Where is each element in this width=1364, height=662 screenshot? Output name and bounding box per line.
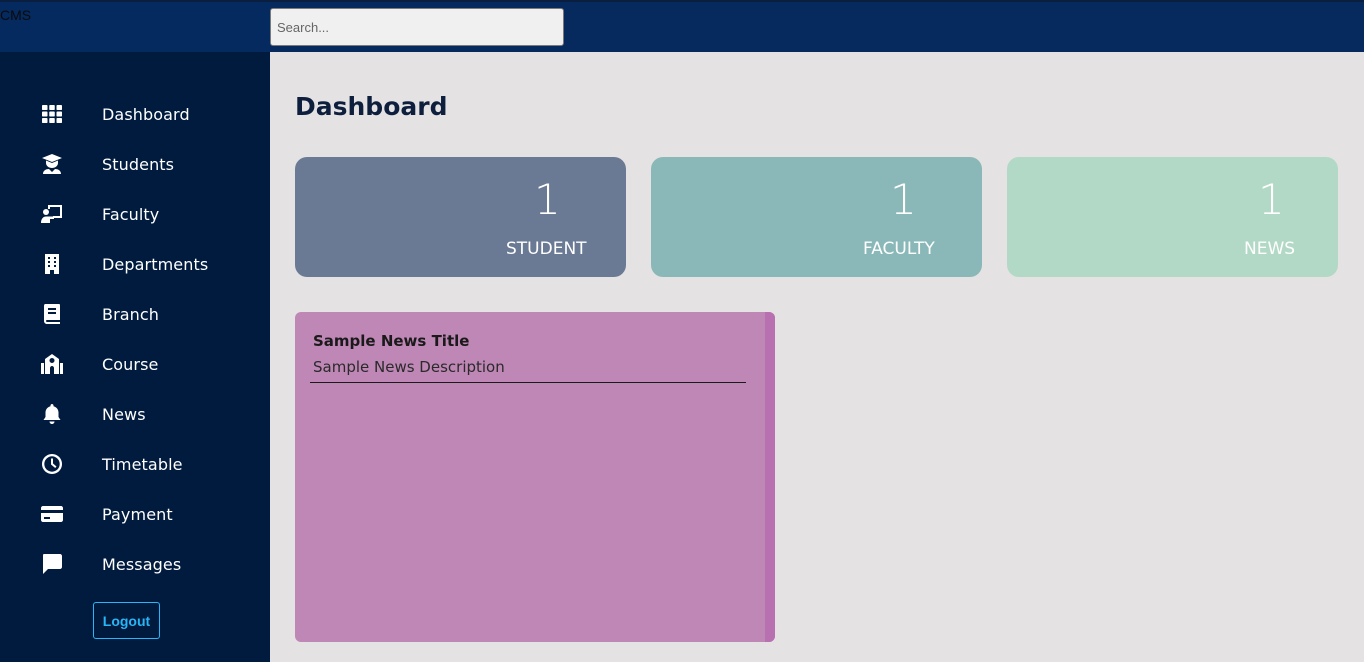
stat-card-faculty[interactable]: 1 FACULTY [651, 157, 982, 277]
sidebar-item-departments[interactable]: Departments [0, 244, 270, 284]
stat-value: 1 [534, 175, 561, 224]
news-divider [310, 382, 746, 383]
grid-icon [38, 100, 66, 128]
sidebar-item-label: Branch [102, 304, 160, 324]
search-input[interactable] [270, 8, 564, 46]
logout-button[interactable]: Logout [93, 602, 160, 639]
bell-icon [38, 400, 66, 428]
brand-logo: CMS [0, 2, 270, 52]
sidebar-item-label: Timetable [102, 454, 183, 474]
sidebar-item-payment[interactable]: Payment [0, 494, 270, 534]
book-icon [38, 300, 66, 328]
school-icon [38, 350, 66, 378]
sidebar-item-label: Dashboard [102, 104, 190, 124]
news-scrollbar[interactable] [765, 312, 775, 642]
sidebar-item-messages[interactable]: Messages [0, 544, 270, 584]
news-description: Sample News Description [313, 358, 505, 376]
sidebar: Dashboard Students Faculty Departments B… [0, 52, 270, 662]
sidebar-item-label: Students [102, 154, 175, 174]
sidebar-item-branch[interactable]: Branch [0, 294, 270, 334]
sidebar-item-news[interactable]: News [0, 394, 270, 434]
graduate-icon [38, 150, 66, 178]
sidebar-item-students[interactable]: Students [0, 144, 270, 184]
credit-card-icon [38, 500, 66, 528]
top-bar: CMS [0, 0, 1364, 52]
sidebar-item-dashboard[interactable]: Dashboard [0, 94, 270, 134]
news-card: Sample News Title Sample News Descriptio… [295, 312, 775, 642]
news-title: Sample News Title [313, 332, 470, 350]
sidebar-item-label: Payment [102, 504, 173, 524]
sidebar-item-label: Course [102, 354, 159, 374]
sidebar-item-label: Messages [102, 554, 182, 574]
stat-label: FACULTY [863, 239, 935, 259]
teacher-icon [38, 200, 66, 228]
stat-card-news[interactable]: 1 NEWS [1007, 157, 1338, 277]
page-title: Dashboard [295, 92, 448, 121]
sidebar-item-label: Departments [102, 254, 209, 274]
stat-label: STUDENT [506, 239, 587, 259]
sidebar-item-label: Faculty [102, 204, 160, 224]
sidebar-item-faculty[interactable]: Faculty [0, 194, 270, 234]
stat-value: 1 [890, 175, 917, 224]
sidebar-item-course[interactable]: Course [0, 344, 270, 384]
building-icon [38, 250, 66, 278]
message-icon [38, 550, 66, 578]
main-content: Dashboard 1 STUDENT 1 FACULTY 1 NEWS Sam… [270, 52, 1364, 662]
stat-card-student[interactable]: 1 STUDENT [295, 157, 626, 277]
stat-value: 1 [1258, 175, 1285, 224]
stat-label: NEWS [1244, 239, 1296, 259]
sidebar-item-timetable[interactable]: Timetable [0, 444, 270, 484]
clock-icon [38, 450, 66, 478]
sidebar-item-label: News [102, 404, 146, 424]
